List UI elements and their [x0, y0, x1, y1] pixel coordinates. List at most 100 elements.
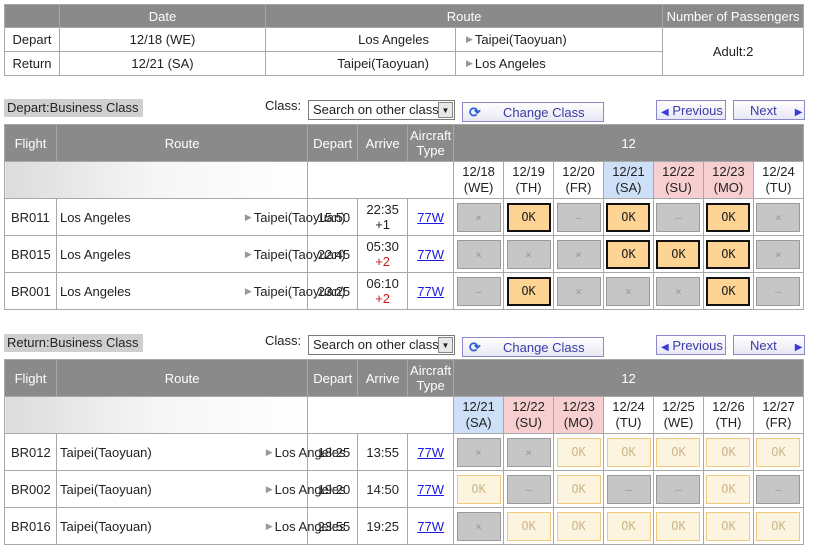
seat-available-button[interactable]: OK	[756, 511, 801, 541]
summary-to-text: Taipei(Taoyuan)	[474, 32, 567, 47]
availability-cell: –	[653, 470, 704, 508]
seat-no-flight: –	[606, 474, 651, 504]
change-class-button[interactable]: ⟳ Change Class	[462, 102, 604, 122]
aircraft-link[interactable]: 77W	[417, 519, 444, 534]
seat-available-button[interactable]: OK	[556, 474, 601, 504]
seat-available-button[interactable]: OK	[706, 474, 751, 504]
class-label: Class:	[265, 333, 302, 348]
flight-route: Los Angeles ▶ Taipei(Taoyuan)	[55, 272, 346, 310]
seat-available-button[interactable]: OK	[656, 437, 701, 467]
seat-available-button[interactable]: OK	[656, 511, 701, 541]
col-aircraft-type: Aircraft Type	[407, 124, 455, 162]
summary-to-text: Los Angeles	[474, 56, 546, 71]
availability-cell: OK	[603, 198, 654, 236]
aircraft-link[interactable]: 77W	[417, 482, 444, 497]
col-arrive: Arrive	[357, 359, 409, 397]
route-to: ▶ Taipei(Taoyuan)	[244, 283, 346, 299]
class-select[interactable]: Search on other class ▼	[308, 100, 455, 120]
aircraft-type: 77W	[407, 433, 455, 471]
seat-available-button[interactable]: OK	[756, 437, 801, 467]
summary-passengers: Adult:2	[662, 27, 804, 76]
seat-available-button[interactable]: OK	[556, 511, 601, 541]
aircraft-link[interactable]: 77W	[417, 247, 444, 262]
day-offset: +2	[375, 291, 391, 306]
availability-cell: OK	[752, 433, 805, 471]
day-header: 12/19 (TH)	[503, 161, 555, 199]
arrow-right-icon: ▶	[265, 483, 273, 494]
aircraft-link[interactable]: 77W	[417, 210, 444, 225]
seat-unavailable: ×	[456, 511, 501, 541]
availability-cell: OK	[603, 235, 654, 273]
previous-label: Previous	[672, 103, 723, 118]
seat-available-button[interactable]: OK	[706, 511, 751, 541]
seat-available-button[interactable]: OK	[456, 474, 501, 504]
flight-number: BR016	[4, 507, 57, 545]
seat-available-button[interactable]: OK	[706, 276, 751, 306]
day-header: 12/25 (WE)	[653, 396, 704, 434]
class-select[interactable]: Search on other class ▼	[308, 335, 455, 355]
seat-no-flight: –	[556, 202, 601, 232]
chevron-down-icon[interactable]: ▼	[438, 337, 453, 353]
summary-label: Return	[4, 51, 60, 76]
seat-available-button[interactable]: OK	[606, 437, 651, 467]
flight-route: Los Angeles ▶ Taipei(Taoyuan)	[55, 198, 346, 236]
seat-available-button[interactable]: OK	[556, 437, 601, 467]
header-spacer	[3, 161, 309, 199]
seat-available-button[interactable]: OK	[606, 202, 651, 232]
availability-cell: ×	[603, 272, 654, 310]
change-class-label: Change Class	[503, 340, 585, 355]
summary-to: ▶ Los Angeles	[454, 51, 664, 76]
availability-cell: ×	[752, 235, 805, 273]
availability-cell: ×	[503, 433, 555, 471]
seat-unavailable: ×	[756, 239, 801, 269]
availability-cell: OK	[603, 507, 654, 545]
day-header: 12/26 (TH)	[702, 396, 754, 434]
seat-unavailable: ×	[606, 276, 651, 306]
flight-availability-table: Flight Route Depart Arrive Aircraft Type 12 12/…	[3, 359, 805, 545]
arrive-time: 13:55	[357, 433, 409, 471]
previous-button[interactable]: ◀ Previous	[656, 335, 726, 355]
aircraft-link[interactable]: 77W	[417, 284, 444, 299]
triangle-left-icon: ◀	[661, 342, 669, 353]
seat-unavailable: ×	[556, 239, 601, 269]
flight-route: Los Angeles ▶ Taipei(Taoyuan)	[55, 235, 346, 273]
availability-cell: OK	[752, 507, 805, 545]
day-header: 12/21 (SA)	[453, 396, 505, 434]
route-to: ▶ Los Angeles	[265, 444, 346, 460]
seat-available-button[interactable]: OK	[706, 202, 751, 232]
availability-cell: ×	[453, 507, 505, 545]
seat-available-button[interactable]: OK	[656, 239, 701, 269]
day-header: 12/18 (WE)	[453, 161, 505, 199]
availability-cell: –	[553, 198, 604, 236]
seat-available-button[interactable]: OK	[506, 511, 551, 541]
availability-cell: –	[752, 272, 805, 310]
triangle-right-icon: ▶	[794, 342, 803, 353]
next-button[interactable]: Next ▶	[733, 335, 805, 355]
route-to: ▶ Los Angeles	[265, 481, 346, 497]
availability-cell: –	[603, 470, 654, 508]
arrive-time: 19:25	[357, 507, 409, 545]
aircraft-type: 77W	[407, 198, 455, 236]
seat-available-button[interactable]: OK	[506, 276, 551, 306]
seat-available-button[interactable]: OK	[706, 239, 751, 269]
flight-row: BR015 Los Angeles ▶ Taipei(Taoyuan) 22:45 05:…	[4, 235, 805, 273]
summary-from: Taipei(Taoyuan)	[265, 51, 456, 76]
availability-cell: OK	[553, 507, 605, 545]
aircraft-link[interactable]: 77W	[417, 445, 444, 460]
chevron-down-icon[interactable]: ▼	[438, 102, 453, 118]
availability-cell: OK	[653, 507, 704, 545]
next-label: Next	[750, 103, 777, 118]
availability-cell: OK	[702, 235, 754, 273]
seat-available-button[interactable]: OK	[606, 511, 651, 541]
seat-available-button[interactable]: OK	[606, 239, 651, 269]
route-to: ▶ Los Angeles	[265, 518, 346, 534]
next-button[interactable]: Next ▶	[733, 100, 805, 120]
flight-route: Taipei(Taoyuan) ▶ Los Angeles	[55, 507, 346, 545]
flight-row: BR001 Los Angeles ▶ Taipei(Taoyuan) 23:25 06:…	[4, 272, 805, 310]
col-month: 12	[453, 124, 804, 162]
seat-available-button[interactable]: OK	[506, 202, 551, 232]
previous-button[interactable]: ◀ Previous	[656, 100, 726, 120]
change-class-button[interactable]: ⟳ Change Class	[462, 337, 604, 357]
summary-date: 12/21 (SA)	[59, 51, 266, 76]
seat-available-button[interactable]: OK	[706, 437, 751, 467]
